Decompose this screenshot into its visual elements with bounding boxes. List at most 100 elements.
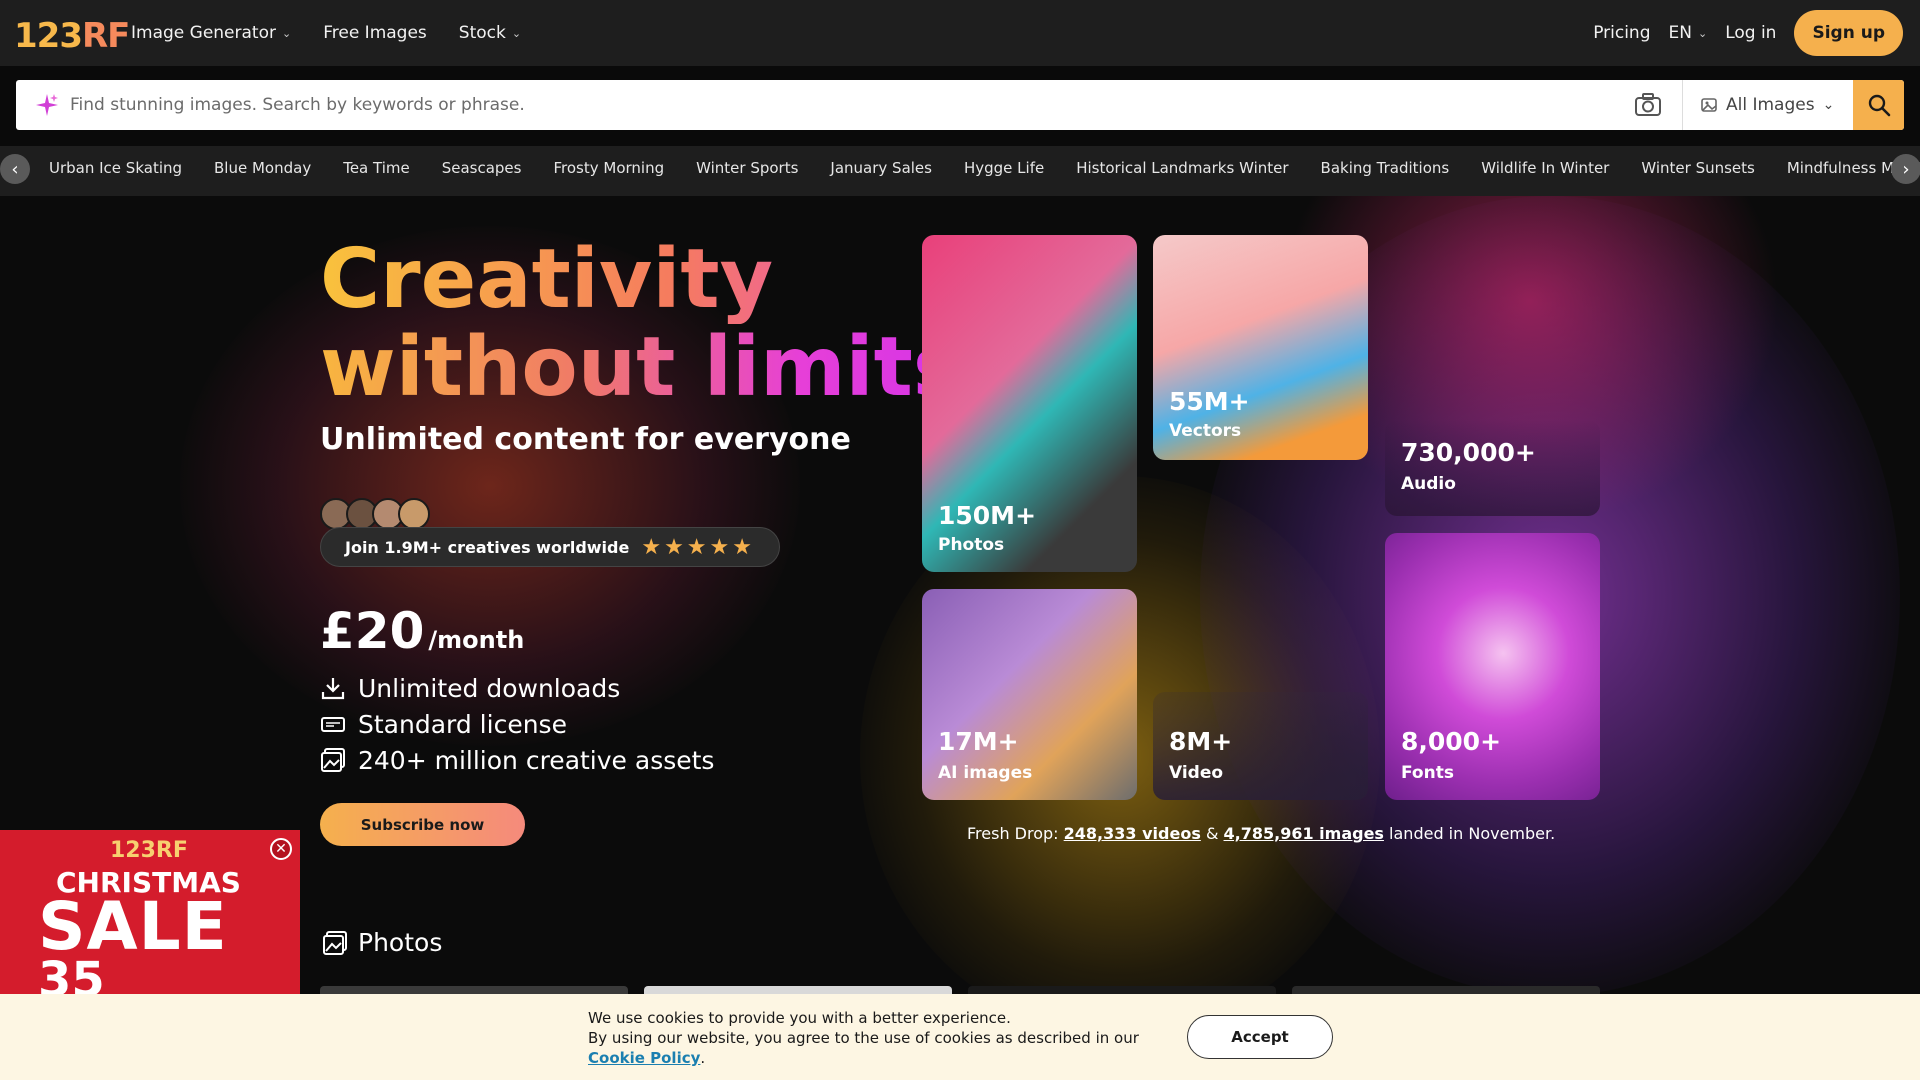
ai-sparkle-icon — [36, 94, 58, 116]
search-divider — [1682, 80, 1683, 130]
promo-logo: 123RF — [110, 838, 188, 863]
trend-item[interactable]: Wildlife In Winter — [1481, 159, 1609, 177]
fresh-drop-suffix: landed in November. — [1389, 824, 1556, 843]
chevron-left-icon: ‹ — [11, 158, 19, 180]
login-link[interactable]: Log in — [1725, 23, 1776, 43]
chevron-down-icon: ⌄ — [281, 26, 292, 40]
trend-item[interactable]: Urban Ice Skating — [49, 159, 182, 177]
logo-text-a: 123 — [14, 16, 83, 56]
social-proof-text: Join 1.9M+ creatives worldwide — [345, 537, 630, 557]
nav-free-images[interactable]: Free Images — [323, 23, 427, 43]
search-button[interactable] — [1853, 80, 1904, 130]
nav-image-generator-label: Image Generator — [131, 23, 276, 43]
image-icon — [1701, 98, 1717, 112]
fresh-drop-amp: & — [1205, 824, 1219, 843]
accept-cookies-button[interactable]: Accept — [1187, 1015, 1333, 1059]
chevron-down-icon: ⌄ — [1822, 97, 1835, 113]
avatar — [398, 498, 430, 530]
rating-stars: ★★★★★ — [641, 534, 755, 560]
cookie-policy-link[interactable]: Cookie Policy — [588, 1049, 700, 1067]
download-icon — [321, 678, 345, 700]
trend-item[interactable]: Frosty Morning — [553, 159, 664, 177]
camera-search-icon[interactable] — [1634, 92, 1662, 118]
tile-label: Audio — [1401, 474, 1456, 494]
trend-item[interactable]: Historical Landmarks Winter — [1076, 159, 1288, 177]
top-navbar: 123RF Image Generator ⌄ Free Images Stoc… — [0, 0, 1920, 66]
christmas-sale-promo[interactable]: 123RF CHRISTMAS SALE 35 ✕ — [0, 830, 300, 1000]
tile-video[interactable]: 8M+ Video — [1153, 692, 1368, 800]
asset-type-select[interactable]: All Images ⌄ — [1700, 80, 1834, 130]
price-block: £20 /month — [320, 602, 524, 660]
trend-item[interactable]: Winter Sports — [696, 159, 798, 177]
photos-section-heading: Photos — [322, 928, 442, 957]
primary-nav: Image Generator ⌄ Free Images Stock ⌄ — [131, 0, 521, 66]
tile-ai-images[interactable]: 17M+ AI images — [922, 589, 1137, 800]
cookie-line-2: By using our website, you agree to the u… — [588, 1029, 1139, 1047]
subscribe-button[interactable]: Subscribe now — [320, 803, 525, 846]
trend-item[interactable]: Seascapes — [442, 159, 522, 177]
trend-item[interactable]: Blue Monday — [214, 159, 311, 177]
price-period: /month — [428, 626, 525, 654]
feature-item: 240+ million creative assets — [320, 742, 714, 778]
feature-text: 240+ million creative assets — [358, 745, 715, 775]
signup-button[interactable]: Sign up — [1794, 10, 1903, 56]
trend-item[interactable]: Baking Traditions — [1321, 159, 1450, 177]
fresh-videos-link[interactable]: 248,333 videos — [1064, 824, 1201, 843]
search-icon — [1868, 94, 1890, 117]
tile-fonts[interactable]: 8,000+ Fonts — [1385, 533, 1600, 800]
language-label: EN — [1668, 23, 1692, 43]
tile-label: AI images — [938, 763, 1033, 783]
social-proof-pill: Join 1.9M+ creatives worldwide ★★★★★ — [320, 527, 780, 567]
gallery-icon — [321, 748, 345, 772]
price-amount: £20 — [320, 602, 425, 660]
tile-count: 150M+ — [938, 501, 1037, 530]
promo-close-button[interactable]: ✕ — [270, 838, 292, 860]
tile-label: Video — [1169, 763, 1224, 783]
tile-count: 730,000+ — [1401, 438, 1536, 467]
cookie-line-1: We use cookies to provide you with a bet… — [588, 1009, 1011, 1027]
tile-count: 17M+ — [938, 727, 1019, 756]
logo[interactable]: 123RF — [14, 16, 130, 56]
promo-discount: 35 — [38, 952, 105, 1000]
fresh-images-link[interactable]: 4,785,961 images — [1224, 824, 1384, 843]
logo-text-b: RF — [81, 16, 130, 56]
chevron-right-icon: › — [1902, 158, 1910, 180]
chevron-down-icon: ⌄ — [511, 26, 522, 40]
tile-vectors[interactable]: 55M+ Vectors — [1153, 235, 1368, 460]
language-selector[interactable]: EN ⌄ — [1669, 23, 1708, 43]
trending-list: Urban Ice Skating Blue Monday Tea Time S… — [49, 146, 1920, 190]
trend-item[interactable]: January Sales — [830, 159, 932, 177]
trend-scroll-right-button[interactable]: › — [1891, 154, 1920, 184]
trend-item[interactable]: Hygge Life — [964, 159, 1044, 177]
nav-stock-label: Stock — [458, 23, 506, 43]
search-input[interactable] — [70, 80, 1630, 130]
nav-free-images-label: Free Images — [323, 23, 427, 43]
nav-pricing[interactable]: Pricing — [1593, 23, 1650, 43]
feature-text: Standard license — [358, 709, 567, 739]
cookie-message: We use cookies to provide you with a bet… — [588, 1008, 1178, 1068]
close-icon: ✕ — [275, 841, 287, 857]
fresh-drop-text: Fresh Drop: 248,333 videos & 4,785,961 i… — [967, 824, 1555, 843]
feature-text: Unlimited downloads — [358, 673, 621, 703]
headline-line-2: without limits — [320, 320, 962, 415]
tile-audio[interactable]: 730,000+ Audio — [1385, 420, 1600, 516]
gallery-icon — [323, 930, 347, 955]
nav-stock[interactable]: Stock ⌄ — [459, 23, 521, 43]
tile-photos[interactable]: 150M+ Photos — [922, 235, 1137, 572]
license-icon — [321, 717, 345, 732]
creator-avatars — [320, 498, 430, 530]
tile-label: Fonts — [1401, 763, 1454, 783]
trend-scroll-left-button[interactable]: ‹ — [0, 154, 30, 184]
tile-count: 8M+ — [1169, 727, 1233, 756]
trend-item[interactable]: Tea Time — [343, 159, 410, 177]
feature-list: Unlimited downloads Standard license 240… — [320, 670, 714, 778]
account-nav: Pricing EN ⌄ Log in Sign up — [1593, 0, 1903, 66]
hero-subhead: Unlimited content for everyone — [320, 422, 851, 457]
search-bar: All Images ⌄ — [16, 80, 1904, 130]
nav-image-generator[interactable]: Image Generator ⌄ — [131, 23, 291, 43]
cookie-banner: We use cookies to provide you with a bet… — [0, 994, 1920, 1080]
tile-label: Vectors — [1169, 421, 1242, 441]
trend-item[interactable]: Winter Sunsets — [1641, 159, 1755, 177]
asset-type-label: All Images — [1726, 95, 1815, 115]
hero-headline: Creativity without limits — [320, 236, 962, 412]
